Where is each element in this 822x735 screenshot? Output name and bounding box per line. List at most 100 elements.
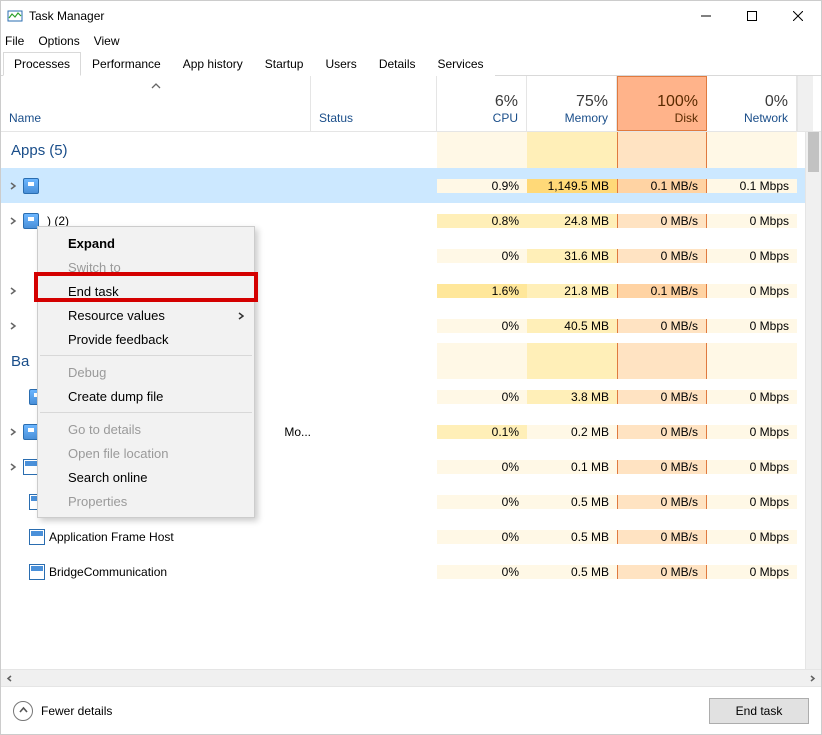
menu-view[interactable]: View: [94, 34, 120, 48]
close-button[interactable]: [775, 1, 821, 31]
cell-net: 0 Mbps: [707, 390, 797, 404]
net-total-pct: 0%: [765, 93, 788, 111]
cell-disk: 0 MB/s: [617, 460, 707, 474]
tab-startup[interactable]: Startup: [254, 52, 315, 76]
ctx-open-file-location: Open file location: [38, 441, 254, 465]
tab-performance[interactable]: Performance: [81, 52, 172, 76]
cell-disk: 0 MB/s: [617, 565, 707, 579]
scroll-gutter: [797, 76, 813, 131]
process-suffix: Mo...: [284, 425, 311, 439]
horizontal-scrollbar[interactable]: [1, 669, 821, 686]
context-menu: Expand Switch to End task Resource value…: [37, 226, 255, 518]
menu-file[interactable]: File: [5, 34, 24, 48]
menu-options[interactable]: Options: [38, 34, 79, 48]
tab-processes[interactable]: Processes: [3, 52, 81, 76]
maximize-button[interactable]: [729, 1, 775, 31]
ctx-create-dump[interactable]: Create dump file: [38, 384, 254, 408]
submenu-arrow-icon: [238, 308, 244, 323]
cpu-total-pct: 6%: [495, 93, 518, 111]
scrollbar-thumb[interactable]: [808, 132, 819, 172]
vertical-scrollbar[interactable]: [805, 132, 821, 669]
chevron-up-circle-icon: [13, 701, 33, 721]
cell-net: 0 Mbps: [707, 284, 797, 298]
cell-disk: 0 MB/s: [617, 319, 707, 333]
process-name: BridgeCommunication: [49, 565, 167, 579]
cell-mem: 0.2 MB: [527, 425, 617, 439]
cell-disk: 0 MB/s: [617, 390, 707, 404]
end-task-button[interactable]: End task: [709, 698, 809, 724]
col-header-memory[interactable]: 75% Memory: [527, 76, 617, 131]
group-apps-label: Apps: [11, 142, 45, 159]
cell-mem: 0.5 MB: [527, 495, 617, 509]
chevron-right-icon[interactable]: [7, 180, 19, 192]
process-icon: [23, 178, 39, 194]
cell-cpu: 0%: [437, 530, 527, 544]
ctx-resource-values[interactable]: Resource values: [38, 303, 254, 327]
cell-cpu: 0%: [437, 249, 527, 263]
ctx-go-to-details: Go to details: [38, 417, 254, 441]
col-header-name[interactable]: Name: [1, 76, 311, 131]
cell-mem: 24.8 MB: [527, 214, 617, 228]
col-header-disk[interactable]: 100% Disk: [617, 76, 707, 131]
fewer-details-toggle[interactable]: Fewer details: [13, 701, 112, 721]
process-icon: [29, 529, 45, 545]
col-status-label: Status: [319, 111, 428, 125]
app-icon: [7, 8, 23, 24]
cell-mem: 21.8 MB: [527, 284, 617, 298]
cell-cpu: 0%: [437, 390, 527, 404]
cell-net: 0 Mbps: [707, 319, 797, 333]
scroll-left-button[interactable]: [1, 670, 18, 687]
col-header-status[interactable]: Status: [311, 76, 437, 131]
ctx-properties: Properties: [38, 489, 254, 513]
cell-mem: 40.5 MB: [527, 319, 617, 333]
minimize-button[interactable]: [683, 1, 729, 31]
titlebar: Task Manager: [1, 1, 821, 31]
process-row[interactable]: 0.9% 1,149.5 MB 0.1 MB/s 0.1 Mbps: [1, 168, 821, 203]
chevron-right-icon[interactable]: [7, 320, 19, 332]
cell-cpu: 0%: [437, 319, 527, 333]
cell-cpu: 0%: [437, 495, 527, 509]
cell-disk: 0 MB/s: [617, 495, 707, 509]
cell-cpu: 0%: [437, 460, 527, 474]
cell-mem: 1,149.5 MB: [527, 179, 617, 193]
process-row[interactable]: BridgeCommunication 0% 0.5 MB 0 MB/s 0 M…: [1, 554, 821, 589]
chevron-right-icon[interactable]: [7, 285, 19, 297]
cell-disk: 0.1 MB/s: [617, 179, 707, 193]
col-header-cpu[interactable]: 6% CPU: [437, 76, 527, 131]
ctx-debug: Debug: [38, 360, 254, 384]
column-header-row: Name Status 6% CPU 75% Memory 100% Disk …: [1, 76, 821, 132]
cell-cpu: 1.6%: [437, 284, 527, 298]
ctx-separator: [40, 355, 252, 356]
cell-net: 0 Mbps: [707, 565, 797, 579]
cell-disk: 0.1 MB/s: [617, 284, 707, 298]
chevron-right-icon[interactable]: [7, 461, 19, 473]
ctx-search-online[interactable]: Search online: [38, 465, 254, 489]
cell-mem: 0.5 MB: [527, 530, 617, 544]
ctx-provide-feedback[interactable]: Provide feedback: [38, 327, 254, 351]
tab-details[interactable]: Details: [368, 52, 427, 76]
cell-cpu: 0%: [437, 565, 527, 579]
ctx-switch-to: Switch to: [38, 255, 254, 279]
chevron-right-icon[interactable]: [7, 215, 19, 227]
chevron-right-icon[interactable]: [7, 426, 19, 438]
process-icon: [29, 564, 45, 580]
tab-app-history[interactable]: App history: [172, 52, 254, 76]
group-header-apps-row: Apps (5): [1, 132, 821, 168]
cell-disk: 0 MB/s: [617, 530, 707, 544]
tab-users[interactable]: Users: [314, 52, 367, 76]
cell-net: 0 Mbps: [707, 425, 797, 439]
scroll-right-button[interactable]: [804, 670, 821, 687]
tab-services[interactable]: Services: [427, 52, 495, 76]
cell-disk: 0 MB/s: [617, 214, 707, 228]
ctx-expand[interactable]: Expand: [38, 231, 254, 255]
ctx-end-task[interactable]: End task: [38, 279, 254, 303]
process-row[interactable]: Application Frame Host 0% 0.5 MB 0 MB/s …: [1, 519, 821, 554]
ctx-separator: [40, 412, 252, 413]
cell-mem: 0.1 MB: [527, 460, 617, 474]
cell-cpu: 0.9%: [437, 179, 527, 193]
cell-cpu: 0.1%: [437, 425, 527, 439]
disk-label: Disk: [675, 111, 698, 125]
col-header-network[interactable]: 0% Network: [707, 76, 797, 131]
cell-mem: 31.6 MB: [527, 249, 617, 263]
disk-total-pct: 100%: [657, 93, 698, 111]
